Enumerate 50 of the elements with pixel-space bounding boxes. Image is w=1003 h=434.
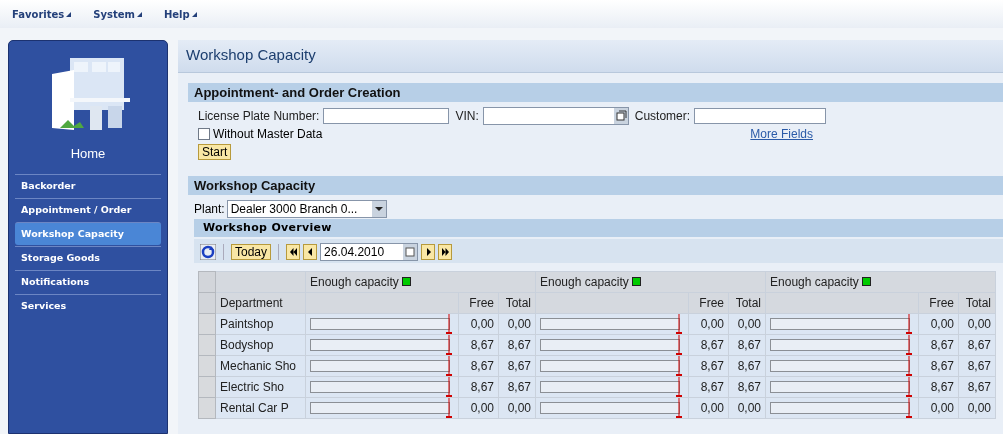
double-right-arrow-icon[interactable]	[441, 248, 449, 256]
left-arrow-icon[interactable]	[306, 248, 314, 256]
section-header: Appointment- and Order Creation	[188, 83, 1003, 102]
column-header: Free	[929, 296, 955, 310]
sidebar-item[interactable]: Backorder	[15, 174, 161, 197]
sidebar-item[interactable]: Notifications	[15, 270, 161, 293]
today-button[interactable]: Today	[231, 244, 272, 260]
start-button[interactable]: Start	[198, 144, 232, 160]
home-label[interactable]: Home	[70, 146, 106, 161]
capacity-status: Enough capacity	[770, 275, 859, 289]
column-header: Total	[965, 296, 992, 310]
text-field[interactable]	[323, 108, 450, 124]
text-field[interactable]	[694, 108, 827, 124]
caret-icon	[66, 11, 72, 17]
column-header: Free	[469, 296, 494, 310]
next-button[interactable]	[421, 244, 436, 260]
date-field[interactable]: 26.04.2010	[320, 243, 419, 261]
field-label: Plant:	[194, 201, 225, 216]
right-arrow-icon[interactable]	[424, 248, 432, 256]
sidebar-item[interactable]: Workshop Capacity	[15, 222, 161, 245]
page-title: Workshop Capacity	[178, 40, 1003, 73]
last-page-button[interactable]	[438, 244, 453, 260]
refresh-icon[interactable]	[200, 244, 216, 260]
caret-icon	[136, 11, 142, 17]
sidebar-item[interactable]: Appointment / Order	[15, 198, 161, 221]
checkbox-label[interactable]: Without Master Data	[213, 127, 323, 141]
sidebar-item[interactable]: Services	[15, 294, 161, 317]
menu-item[interactable]: System	[93, 8, 142, 20]
checkbox[interactable]	[198, 128, 210, 140]
plant-dropdown[interactable]: Dealer 3000 Branch 0...	[226, 199, 387, 218]
capacity-status: Enough capacity	[310, 275, 399, 289]
more-fields-link[interactable]: More Fields	[750, 127, 813, 141]
capacity-status: Enough capacity	[540, 275, 629, 289]
column-header: Total	[735, 296, 762, 310]
field-label: License Plate Number:	[198, 109, 320, 123]
field-label: VIN:	[455, 109, 479, 123]
caret-icon	[191, 11, 197, 17]
menu-item[interactable]: Favorites	[12, 8, 72, 20]
first-page-button[interactable]	[286, 244, 301, 260]
value-help-field[interactable]	[482, 107, 629, 125]
field-label: Customer:	[634, 109, 691, 123]
menu-item[interactable]: Help	[163, 8, 197, 20]
column-header: Free	[699, 296, 724, 310]
panel-header: Workshop Overview	[194, 219, 1003, 237]
column-header: Department	[220, 296, 283, 310]
sidebar-item[interactable]: Storage Goods	[15, 246, 161, 269]
double-left-arrow-icon[interactable]	[289, 248, 297, 256]
previous-button[interactable]	[303, 244, 318, 260]
column-header: Total	[505, 296, 531, 310]
section-header: Workshop Capacity	[188, 176, 1003, 195]
